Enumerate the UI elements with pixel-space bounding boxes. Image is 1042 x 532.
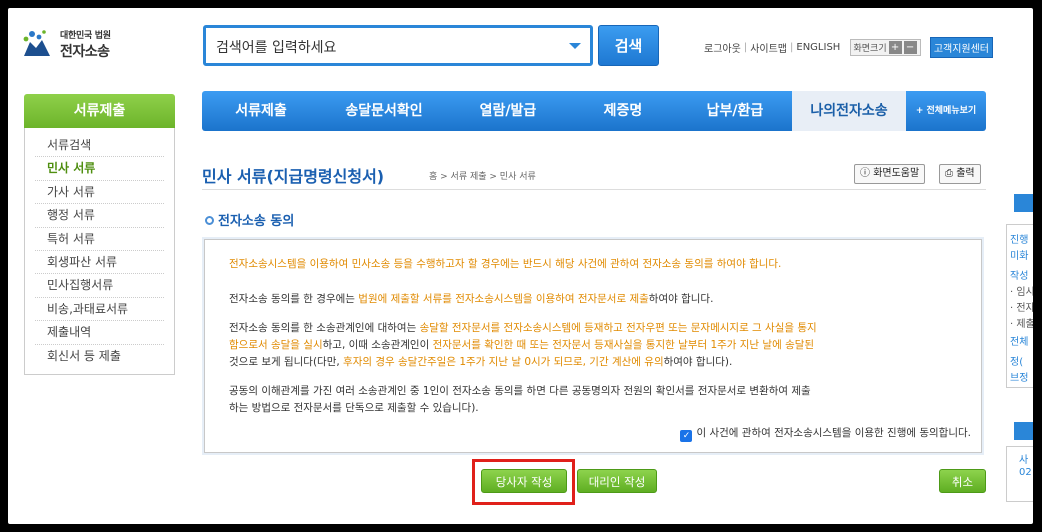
all-menu-button[interactable]: + 전체메뉴보기: [906, 91, 986, 131]
logo-org: 대한민국 법원: [60, 31, 111, 41]
sidebar-item[interactable]: 특허 서류: [35, 228, 164, 251]
sitemap-link[interactable]: 사이트맵: [750, 40, 787, 55]
agree-checkbox-row[interactable]: ✓ 이 사건에 관하여 전자소송시스템을 이용한 진행에 동의합니다.: [680, 425, 971, 442]
highlight-text: 송달할 전자문서를 전자소송시스템에 등재하고 전자우편 또는 문자메시지로 그…: [419, 322, 817, 334]
text: 하여야 합니다.: [648, 293, 714, 305]
sidebar-item[interactable]: 행정 서류: [35, 204, 164, 228]
support-center-button[interactable]: 고객지원센터: [929, 37, 994, 58]
nav-tab[interactable]: 송달문서확인: [320, 91, 448, 131]
side-text[interactable]: 전체: [1010, 333, 1028, 348]
notice-text: 전자소송시스템을 이용하여 민사소송 등을 수행하고자 할 경우에는 반드시 해…: [229, 258, 782, 270]
page-title: 민사 서류(지급명령신청서): [202, 167, 385, 186]
text: 하고, 이때 소송관계인이: [322, 339, 433, 351]
highlight-annotation: [472, 459, 575, 505]
side-panel: 진행 미화 작성 · 임시 · 전자 · 제출 전체 정( 브정: [1006, 224, 1033, 388]
side-text[interactable]: · 임시: [1010, 283, 1033, 298]
highlight-text: 함으로서 송달을 실시: [229, 339, 323, 351]
font-size-text: 화면크기: [853, 44, 887, 54]
logo-name: 전자소송: [60, 44, 110, 60]
agree-label[interactable]: 이 사건에 관하여 전자소송시스템을 이용한 진행에 동의합니다.: [696, 427, 971, 439]
paragraph: 전자소송 동의를 한 경우에는 법원에 제출할 서류를 전자소송시스템을 이용하…: [229, 291, 713, 307]
text: 하여야 합니다).: [663, 356, 733, 368]
side-text[interactable]: 미화: [1010, 247, 1028, 262]
info-icon: ⓘ: [860, 168, 874, 179]
cancel-button[interactable]: 취소: [939, 469, 986, 493]
checkbox-checked-icon[interactable]: ✓: [680, 430, 693, 442]
print-button[interactable]: ⎙ 출력: [939, 164, 981, 184]
nav-tab-active[interactable]: 나의전자소송: [792, 91, 906, 131]
main-nav: 서류제출 송달문서확인 열람/발급 제증명 납부/환급 나의전자소송 + 전체메…: [202, 91, 986, 131]
separator: |: [790, 42, 794, 53]
side-text[interactable]: · 전자: [1010, 299, 1033, 314]
paragraph-line: 함으로서 송달을 실시하고, 이때 소송관계인이 전자문서를 확인한 때 또는 …: [229, 337, 814, 353]
side-text[interactable]: 사: [1019, 451, 1028, 466]
highlight-text: 법원에 제출할 서류를 전자소송시스템을 이용하여 전자문서로 제출: [358, 293, 649, 305]
nav-tab[interactable]: 서류제출: [202, 91, 320, 131]
section-label: 전자소송 동의: [218, 214, 295, 229]
title-divider: [202, 189, 986, 190]
nav-tab[interactable]: 열람/발급: [448, 91, 568, 131]
sidebar-list: 서류검색 민사 서류 가사 서류 행정 서류 특허 서류 회생파산 서류 민사집…: [24, 128, 175, 375]
paragraph-line: 것으로 보게 됩니다(다만, 후자의 경우 송달간주일은 1주가 지난 날 0시…: [229, 354, 732, 370]
font-size-label: 화면크기 + −: [849, 39, 921, 56]
side-text[interactable]: 브정: [1010, 369, 1028, 384]
court-emblem-icon: [23, 30, 50, 56]
nav-tab[interactable]: 제증명: [568, 91, 678, 131]
separator: |: [743, 42, 748, 53]
right-panel: 진행 미화 작성 · 임시 · 전자 · 제출 전체 정( 브정: [1006, 188, 1033, 428]
side-text[interactable]: 정(: [1010, 353, 1023, 368]
english-link[interactable]: ENGLISH: [796, 42, 840, 53]
side-tab[interactable]: [1014, 422, 1033, 440]
side-panel: 사 02: [1006, 446, 1033, 502]
help-button[interactable]: ⓘ 화면도움말: [854, 164, 926, 184]
highlight-text: 전자문서를 확인한 때 또는 전자문서 등재사실을 통지한 날부터 1주가 지난…: [432, 339, 815, 351]
paragraph-line: 하는 방법으로 전자문서를 단독으로 제출할 수 있습니다).: [229, 402, 479, 414]
search-button[interactable]: 검색: [598, 25, 659, 66]
sidebar-title: 서류제출: [24, 94, 175, 128]
sidebar-item[interactable]: 민사집행서류: [35, 274, 164, 298]
court-logo[interactable]: 대한민국 법원 전자소송: [20, 26, 130, 66]
text: 전자소송 동의를 한 소송관계인에 대하여는: [229, 322, 420, 334]
agent-write-button[interactable]: 대리인 작성: [577, 469, 657, 493]
printer-icon: ⎙: [945, 168, 957, 179]
search-input[interactable]: 검색어를 입력하세요: [203, 25, 593, 66]
breadcrumb: 홈 > 서류 제출 > 민사 서류: [429, 172, 536, 182]
consent-box: 전자소송시스템을 이용하여 민사소송 등을 수행하고자 할 경우에는 반드시 해…: [204, 239, 982, 453]
side-text[interactable]: · 제출: [1010, 315, 1033, 330]
font-plus-button[interactable]: +: [888, 41, 902, 54]
sidebar-item-active[interactable]: 민사 서류: [35, 157, 164, 181]
paragraph-line: 공동의 이해관계를 가진 여러 소송관계인 중 1인이 전자소송 동의를 하면 …: [229, 385, 811, 397]
highlight-text: 후자의 경우 송달간주일은 1주가 지난 날 0시가 되므로, 기간 계산에 유…: [343, 356, 664, 368]
print-label: 출력: [956, 168, 975, 179]
logout-link[interactable]: 로그아웃: [704, 40, 741, 55]
right-panel-bottom: 사 02: [1006, 422, 1033, 502]
nav-tab[interactable]: 납부/환급: [678, 91, 792, 131]
section-title: 전자소송 동의: [205, 210, 294, 229]
side-text[interactable]: 진행: [1010, 231, 1028, 246]
help-label: 화면도움말: [873, 168, 920, 179]
bullet-icon: [205, 216, 214, 225]
search-placeholder: 검색어를 입력하세요: [216, 40, 337, 56]
text: 전자소송 동의를 한 경우에는: [229, 293, 359, 305]
side-text[interactable]: 02: [1019, 467, 1032, 478]
side-text[interactable]: 작성: [1010, 267, 1028, 282]
text: 것으로 보게 됩니다(다만,: [229, 356, 344, 368]
left-sidebar: 서류제출 서류검색 민사 서류 가사 서류 행정 서류 특허 서류 회생파산 서…: [24, 94, 175, 375]
side-tab[interactable]: [1014, 194, 1033, 212]
sidebar-item[interactable]: 비송,과태료서류: [35, 298, 164, 322]
sidebar-item[interactable]: 가사 서류: [35, 181, 164, 205]
font-minus-button[interactable]: −: [903, 41, 917, 54]
paragraph-line: 전자소송 동의를 한 소송관계인에 대하여는 송달할 전자문서를 전자소송시스템…: [229, 320, 817, 336]
search-dropdown-icon[interactable]: [569, 43, 581, 49]
sidebar-item[interactable]: 회생파산 서류: [35, 251, 164, 275]
sidebar-item[interactable]: 제출내역: [35, 321, 164, 345]
sidebar-item[interactable]: 서류검색: [35, 134, 164, 158]
sidebar-item[interactable]: 회신서 등 제출: [35, 345, 164, 368]
utility-links: 로그아웃 | 사이트맵 | ENGLISH 화면크기 + − 고객지원센터: [704, 37, 994, 58]
browser-frame: 대한민국 법원 전자소송 검색어를 입력하세요 검색 로그아웃 | 사이트맵 | ENG…: [8, 8, 1033, 524]
